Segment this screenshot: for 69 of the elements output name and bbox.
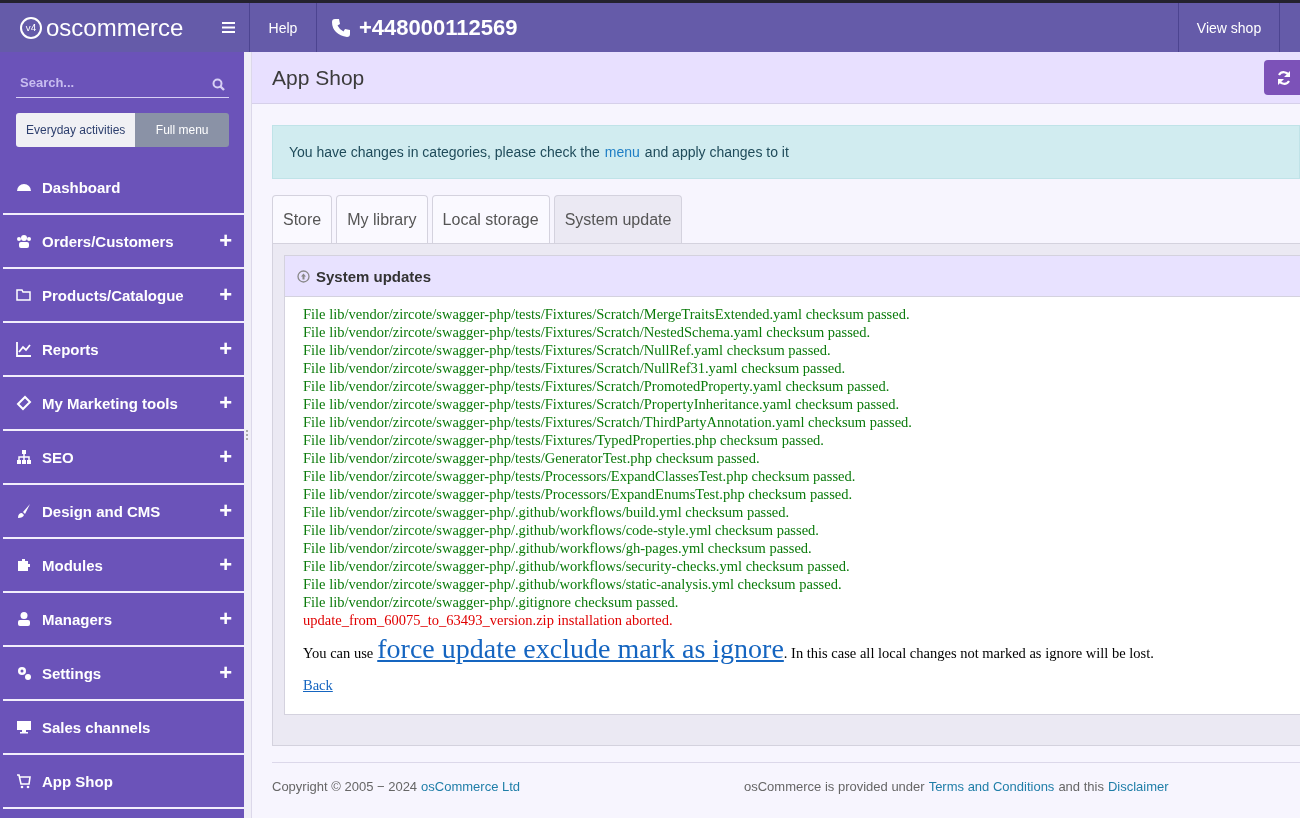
alert-text: and apply changes to it <box>644 144 789 160</box>
menu-mode-toggle[interactable]: Full menu <box>135 113 229 147</box>
disclaimer-link[interactable]: Disclaimer <box>1107 779 1169 794</box>
chart-icon <box>16 341 32 357</box>
log-line: update_from_60075_to_63493_version.zip installation aborted. <box>303 611 674 629</box>
log-line: File lib/vendor/zircote/swagger-php/.github/workflows/static-analysis.yml checksum passed. <box>303 575 843 593</box>
log-line: File lib/vendor/zircote/swagger-php/.gitignore checksum passed. <box>303 593 680 611</box>
search-icon[interactable] <box>212 78 225 91</box>
monitor-icon <box>16 719 32 735</box>
log-line: File lib/vendor/zircote/swagger-php/tests/Processors/ExpandEnumsTest.php checksum passed. <box>303 485 854 503</box>
license-text: and this <box>1058 779 1104 794</box>
log-line: File lib/vendor/zircote/swagger-php/tests/Fixtures/Scratch/PromotedProperty.yaml checksum passed. <box>303 377 891 395</box>
puzzle-icon <box>16 557 32 573</box>
force-update-link[interactable]: force update exclude mark as ignore <box>377 633 784 665</box>
user-icon <box>16 611 32 627</box>
logo-icon: v4 <box>20 16 42 39</box>
menu-mode-toggle[interactable]: Everyday activities <box>16 113 136 147</box>
page-title: App Shop <box>272 65 366 90</box>
folder-icon <box>16 287 32 303</box>
log-line: File lib/vendor/zircote/swagger-php/tests/Fixtures/Scratch/NullRef31.yaml checksum passed. <box>303 359 847 377</box>
search-field[interactable]: Search... <box>16 68 229 98</box>
tab[interactable]: Store <box>272 195 333 243</box>
log-line: File lib/vendor/zircote/swagger-php/tests/Fixtures/Scratch/MergeTraitsExtended.yaml checksum passed. <box>303 305 911 323</box>
log-line: File lib/vendor/zircote/swagger-php/tests/Fixtures/Scratch/PropertyInheritance.yaml checksum passed. <box>303 395 901 413</box>
tab[interactable]: My library <box>336 195 428 243</box>
sitemap-icon <box>16 449 32 465</box>
company-link[interactable]: osCommerce Ltd <box>421 779 521 794</box>
expand-sign: + <box>219 606 232 632</box>
phone-icon <box>331 17 351 38</box>
ticket-icon <box>16 395 32 411</box>
back-link[interactable]: Back <box>303 677 333 694</box>
notice-text: You can use <box>303 645 374 662</box>
copyright-text: Copyright © 2005 − 2024 <box>272 779 418 794</box>
refresh-button[interactable] <box>1264 60 1300 95</box>
log-line: File lib/vendor/zircote/swagger-php/.github/workflows/gh-pages.yml checksum passed. <box>303 539 813 557</box>
expand-sign: + <box>219 444 232 470</box>
tab[interactable]: System update <box>553 195 683 243</box>
terms-link[interactable]: Terms and Conditions <box>928 779 1055 794</box>
refresh-icon <box>1276 69 1292 86</box>
resize-handle[interactable] <box>245 430 250 440</box>
log-line: File lib/vendor/zircote/swagger-php/tests/Processors/ExpandClassesTest.php checksum passed. <box>303 467 857 485</box>
card-title: System updates <box>316 267 432 285</box>
log-line: File lib/vendor/zircote/swagger-php/.github/workflows/code-style.yml checksum passed. <box>303 521 820 539</box>
users-icon <box>16 233 32 249</box>
notice-text: . In this case all local changes not marked as ignore will be lost. <box>783 645 1154 661</box>
log-line: File lib/vendor/zircote/swagger-php/tests/Fixtures/TypedProperties.php checksum passed. <box>303 431 825 449</box>
expand-sign: + <box>219 282 232 308</box>
log-line: File lib/vendor/zircote/swagger-php/tests/Fixtures/Scratch/NullRef.yaml checksum passed. <box>303 341 832 359</box>
menu-icon[interactable] <box>222 22 235 33</box>
brush-icon <box>16 503 32 519</box>
expand-sign: + <box>219 552 232 578</box>
gears-icon <box>16 665 32 681</box>
phone-number: +448000112569 <box>359 14 518 41</box>
log-line: File lib/vendor/zircote/swagger-php/tests/Fixtures/Scratch/ThirdPartyAnnotation.yaml checksum passed. <box>303 413 913 431</box>
menu-link[interactable]: menu <box>604 144 640 160</box>
expand-sign: + <box>219 336 232 362</box>
license-text: osCommerce is provided under <box>744 779 925 794</box>
expand-sign: + <box>219 498 232 524</box>
log-line: File lib/vendor/zircote/swagger-php/tests/Fixtures/Scratch/NestedSchema.yaml checksum passed. <box>303 323 872 341</box>
tab[interactable]: Local storage <box>431 195 550 243</box>
expand-sign: + <box>219 228 232 254</box>
expand-sign: + <box>219 660 232 686</box>
cart-icon <box>16 773 32 789</box>
log-line: File lib/vendor/zircote/swagger-php/.github/workflows/build.yml checksum passed. <box>303 503 791 521</box>
alert-text: You have changes in categories, please check the <box>289 144 600 160</box>
logo: oscommerce <box>46 13 184 42</box>
log-line: File lib/vendor/zircote/swagger-php/.github/workflows/security-checks.yml checksum passed. <box>303 557 851 575</box>
expand-sign: + <box>219 390 232 416</box>
log-line: File lib/vendor/zircote/swagger-php/tests/GeneratorTest.php checksum passed. <box>303 449 761 467</box>
